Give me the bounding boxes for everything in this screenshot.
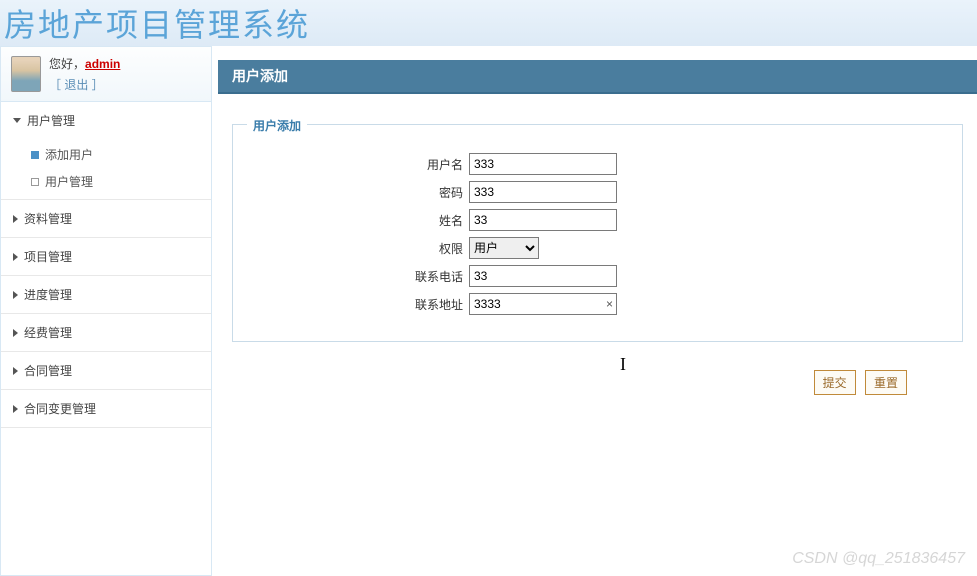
menu-label: 经费管理 [24, 324, 72, 341]
label-address: 联系地址 [253, 296, 469, 313]
sidebar: 您好，admin ［ 退出 ］ 用户管理 添加用户 [0, 46, 212, 576]
input-name[interactable] [469, 209, 617, 231]
menu-header-contract[interactable]: 合同管理 [1, 352, 211, 389]
bullet-icon [31, 178, 39, 186]
menu-header-project[interactable]: 项目管理 [1, 238, 211, 275]
menu-label: 项目管理 [24, 248, 72, 265]
menu-item-progress: 进度管理 [1, 276, 211, 314]
row-phone: 联系电话 [253, 265, 942, 287]
input-username[interactable] [469, 153, 617, 175]
submenu-user: 添加用户 用户管理 [1, 139, 211, 199]
panel-body: 用户添加 用户名 密码 姓名 权限 用户 [218, 94, 977, 417]
menu-header-funding[interactable]: 经费管理 [1, 314, 211, 351]
bullet-icon [31, 151, 39, 159]
menu-item-user: 用户管理 添加用户 用户管理 [1, 102, 211, 200]
chevron-down-icon [13, 118, 21, 123]
row-role: 权限 用户 [253, 237, 942, 259]
label-name: 姓名 [253, 212, 469, 229]
label-username: 用户名 [253, 156, 469, 173]
user-greeting-line: 您好，admin [49, 55, 120, 72]
label-phone: 联系电话 [253, 268, 469, 285]
app-header: 房地产项目管理系统 [0, 0, 977, 46]
menu-header-progress[interactable]: 进度管理 [1, 276, 211, 313]
panel-title: 用户添加 [218, 60, 977, 94]
button-row: 提交 重置 [232, 362, 963, 403]
menu-label: 用户管理 [27, 112, 75, 129]
label-password: 密码 [253, 184, 469, 201]
address-input-wrap: × [469, 293, 617, 315]
row-username: 用户名 [253, 153, 942, 175]
input-phone[interactable] [469, 265, 617, 287]
menu-label: 资料管理 [24, 210, 72, 227]
chevron-right-icon [13, 329, 18, 337]
clear-icon[interactable]: × [606, 297, 613, 311]
user-text: 您好，admin ［ 退出 ］ [49, 55, 120, 93]
chevron-right-icon [13, 253, 18, 261]
input-password[interactable] [469, 181, 617, 203]
chevron-right-icon [13, 215, 18, 223]
menu-label: 合同管理 [24, 362, 72, 379]
app-title: 房地产项目管理系统 [4, 0, 310, 46]
reset-button[interactable]: 重置 [865, 370, 907, 395]
menu-item-project: 项目管理 [1, 238, 211, 276]
form-fieldset: 用户添加 用户名 密码 姓名 权限 用户 [232, 124, 963, 342]
chevron-right-icon [13, 367, 18, 375]
submenu-manage-user[interactable]: 用户管理 [25, 168, 211, 195]
submit-button[interactable]: 提交 [814, 370, 856, 395]
chevron-right-icon [13, 405, 18, 413]
menu-label: 进度管理 [24, 286, 72, 303]
menu-item-material: 资料管理 [1, 200, 211, 238]
menu-item-contract-change: 合同变更管理 [1, 390, 211, 428]
row-password: 密码 [253, 181, 942, 203]
sidebar-menu: 用户管理 添加用户 用户管理 资料管理 [1, 102, 211, 428]
menu-header-material[interactable]: 资料管理 [1, 200, 211, 237]
main-container: 您好，admin ［ 退出 ］ 用户管理 添加用户 [0, 46, 977, 576]
input-address[interactable] [469, 293, 617, 315]
menu-item-contract: 合同管理 [1, 352, 211, 390]
submenu-label: 用户管理 [45, 173, 93, 190]
watermark: CSDN @qq_251836457 [792, 550, 965, 568]
menu-header-user[interactable]: 用户管理 [1, 102, 211, 139]
row-name: 姓名 [253, 209, 942, 231]
menu-label: 合同变更管理 [24, 400, 96, 417]
menu-item-funding: 经费管理 [1, 314, 211, 352]
user-info-box: 您好，admin ［ 退出 ］ [1, 47, 211, 102]
chevron-right-icon [13, 291, 18, 299]
row-address: 联系地址 × [253, 293, 942, 315]
main-panel: 用户添加 用户添加 用户名 密码 姓名 权限 [212, 46, 977, 576]
label-role: 权限 [253, 240, 469, 257]
submenu-label: 添加用户 [45, 146, 93, 163]
avatar [11, 56, 41, 92]
fieldset-legend: 用户添加 [247, 117, 307, 134]
menu-header-contract-change[interactable]: 合同变更管理 [1, 390, 211, 427]
greeting-text: 您好， [49, 57, 85, 71]
submenu-add-user[interactable]: 添加用户 [25, 141, 211, 168]
logout-link[interactable]: ［ 退出 ］ [49, 76, 120, 93]
user-name-link[interactable]: admin [85, 57, 120, 71]
select-role[interactable]: 用户 [469, 237, 539, 259]
